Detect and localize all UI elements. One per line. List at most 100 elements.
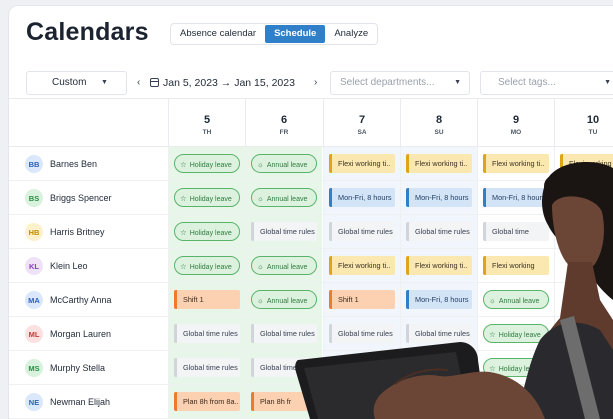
schedule-cell[interactable]: Global time rules [245, 317, 322, 350]
leave-chip[interactable]: ☼ Annual leave [251, 188, 317, 207]
schedule-cell[interactable]: Flexi working ti.. [477, 147, 554, 180]
schedule-cell[interactable]: Global time rules [245, 351, 322, 384]
fixed-chip[interactable]: Mon-Fri, 8 hours [329, 188, 395, 207]
schedule-cell[interactable]: Mon-Fri, 8 hours [477, 181, 554, 214]
next-range-button[interactable]: › [314, 71, 317, 95]
fixed-chip[interactable] [560, 188, 613, 207]
flexi-chip[interactable]: Flexi working [483, 256, 549, 275]
employee-cell[interactable]: ML Morgan Lauren [25, 324, 111, 344]
schedule-cell[interactable]: Shift 1 [168, 283, 245, 316]
schedule-cell[interactable]: ☼ Annual leave [245, 147, 322, 180]
global-chip[interactable]: Global time rules [174, 358, 240, 377]
schedule-cell[interactable]: Global time rules [168, 351, 245, 384]
shift-chip[interactable]: Plan 8h from 8a.. [174, 392, 240, 411]
schedule-cell[interactable]: Global time rules [400, 215, 477, 248]
schedule-cell[interactable] [323, 385, 400, 418]
schedule-cell[interactable]: ☆ Holiday leave [168, 249, 245, 282]
fixed-chip[interactable]: Mon-Fri, 8 hours [406, 188, 472, 207]
schedule-cell[interactable]: time rules [400, 351, 477, 384]
schedule-cell[interactable] [554, 385, 613, 418]
employee-cell[interactable]: NE Newman Elijah [25, 392, 110, 412]
leave-chip[interactable]: ☆ Holiday le [483, 392, 549, 411]
schedule-cell[interactable] [323, 351, 400, 384]
leave-chip[interactable]: ☆ Holiday leave [483, 358, 549, 377]
range-select[interactable]: Custom ▼ [26, 71, 127, 95]
employee-cell[interactable]: KL Klein Leo [25, 256, 88, 276]
schedule-cell[interactable]: Plan 8h fr [245, 385, 322, 418]
schedule-cell[interactable] [554, 181, 613, 214]
schedule-cell[interactable]: Flexi working ti.. [400, 249, 477, 282]
schedule-cell[interactable] [554, 249, 613, 282]
schedule-cell[interactable]: Mon-Fri, 8 hours [323, 181, 400, 214]
global-chip[interactable]: Global time rules [329, 324, 395, 343]
schedule-cell[interactable]: ☆ Holiday leave [477, 351, 554, 384]
schedule-cell[interactable] [554, 351, 613, 384]
leave-chip[interactable]: ☼ Annual leave [251, 154, 317, 173]
schedule-cell[interactable]: Mon-Fri, 8 hours [400, 181, 477, 214]
global-chip[interactable]: Global time rules [174, 324, 240, 343]
schedule-cell[interactable]: ☆ Holiday leave [168, 215, 245, 248]
schedule-cell[interactable]: Flexi working ti.. [400, 147, 477, 180]
schedule-cell[interactable]: Global time [477, 215, 554, 248]
leave-chip[interactable]: ☆ Holiday leave [174, 256, 240, 275]
schedule-cell[interactable]: ☆ Holiday leave [168, 147, 245, 180]
departments-select[interactable]: Select departments... ▼ [330, 71, 470, 95]
schedule-cell[interactable]: ☼ Annual leave [245, 249, 322, 282]
tab-analyze[interactable]: Analyze [325, 24, 377, 44]
schedule-cell[interactable] [554, 215, 613, 248]
flexi-chip[interactable]: Flexi working ti.. [560, 154, 613, 173]
prev-range-button[interactable]: ‹ [137, 71, 140, 95]
global-chip[interactable]: Global time [483, 222, 549, 241]
date-range-picker[interactable]: Jan 5, 2023 → Jan 15, 2023 [150, 71, 295, 95]
employee-cell[interactable]: HB Harris Britney [25, 222, 105, 242]
flexi-chip[interactable]: Flexi working ti.. [483, 154, 549, 173]
employee-cell[interactable]: MA McCarthy Anna [25, 290, 112, 310]
tab-absence-calendar[interactable]: Absence calendar [171, 24, 265, 44]
schedule-cell[interactable]: ☼ Annual leave [477, 283, 554, 316]
employee-cell[interactable]: BB Barnes Ben [25, 154, 97, 174]
schedule-cell[interactable]: Flexi working ti.. [554, 147, 613, 180]
leave-chip[interactable]: ☼ Annual leave [483, 290, 549, 309]
employee-cell[interactable]: BS Briggs Spencer [25, 188, 112, 208]
global-chip[interactable]: time rules [406, 358, 472, 377]
schedule-cell[interactable]: ☼ Annual leave [245, 283, 322, 316]
global-chip[interactable]: Global time rules [406, 222, 472, 241]
schedule-cell[interactable]: ☆ Holiday le [477, 385, 554, 418]
shift-chip[interactable]: Plan 8h fr [251, 392, 317, 411]
schedule-cell[interactable]: Global time rules [323, 215, 400, 248]
schedule-cell[interactable]: ☆ Holiday leave [168, 181, 245, 214]
flexi-chip[interactable]: Flexi working ti.. [329, 256, 395, 275]
fixed-chip[interactable]: Mon-Fri, 8 hours [406, 290, 472, 309]
global-chip[interactable]: Global time rules [406, 324, 472, 343]
flexi-chip[interactable]: Flexi working ti.. [406, 256, 472, 275]
schedule-cell[interactable]: Plan 8h from 8a.. [168, 385, 245, 418]
employee-cell[interactable]: MS Murphy Stella [25, 358, 105, 378]
leave-chip[interactable]: ☆ Holiday leave [174, 188, 240, 207]
schedule-cell[interactable]: Global time rules [323, 317, 400, 350]
leave-chip[interactable]: ☆ Holiday leave [483, 324, 549, 343]
schedule-cell[interactable]: Flexi working ti.. [323, 147, 400, 180]
schedule-cell[interactable]: ☼ Annual leave [245, 181, 322, 214]
schedule-cell[interactable]: Shift 1 [323, 283, 400, 316]
global-chip[interactable]: Global time rules [251, 324, 317, 343]
shift-chip[interactable]: Shift 1 [174, 290, 240, 309]
schedule-cell[interactable]: Global time rules [245, 215, 322, 248]
fixed-chip[interactable]: Mon-Fri, 8 hours [483, 188, 549, 207]
flexi-chip[interactable]: Flexi working ti.. [329, 154, 395, 173]
leave-chip[interactable]: ☆ Holiday leave [174, 154, 240, 173]
leave-chip[interactable]: ☆ Holiday leave [174, 222, 240, 241]
global-chip[interactable]: Global time rules [251, 222, 317, 241]
schedule-cell[interactable] [554, 283, 613, 316]
schedule-cell[interactable]: Global time rules [168, 317, 245, 350]
schedule-cell[interactable]: Global time rules [400, 317, 477, 350]
schedule-cell[interactable]: Mon-Fri, 8 hours [400, 283, 477, 316]
schedule-cell[interactable]: Flexi working [477, 249, 554, 282]
global-chip[interactable]: Global time rules [251, 358, 317, 377]
schedule-cell[interactable] [554, 317, 613, 350]
shift-chip[interactable]: Shift 1 [329, 290, 395, 309]
flexi-chip[interactable]: Flexi working ti.. [406, 154, 472, 173]
schedule-cell[interactable]: ☆ Holiday leave [477, 317, 554, 350]
global-chip[interactable]: Global time rules [329, 222, 395, 241]
tags-select[interactable]: Select tags... ▼ [480, 71, 613, 95]
schedule-cell[interactable] [400, 385, 477, 418]
